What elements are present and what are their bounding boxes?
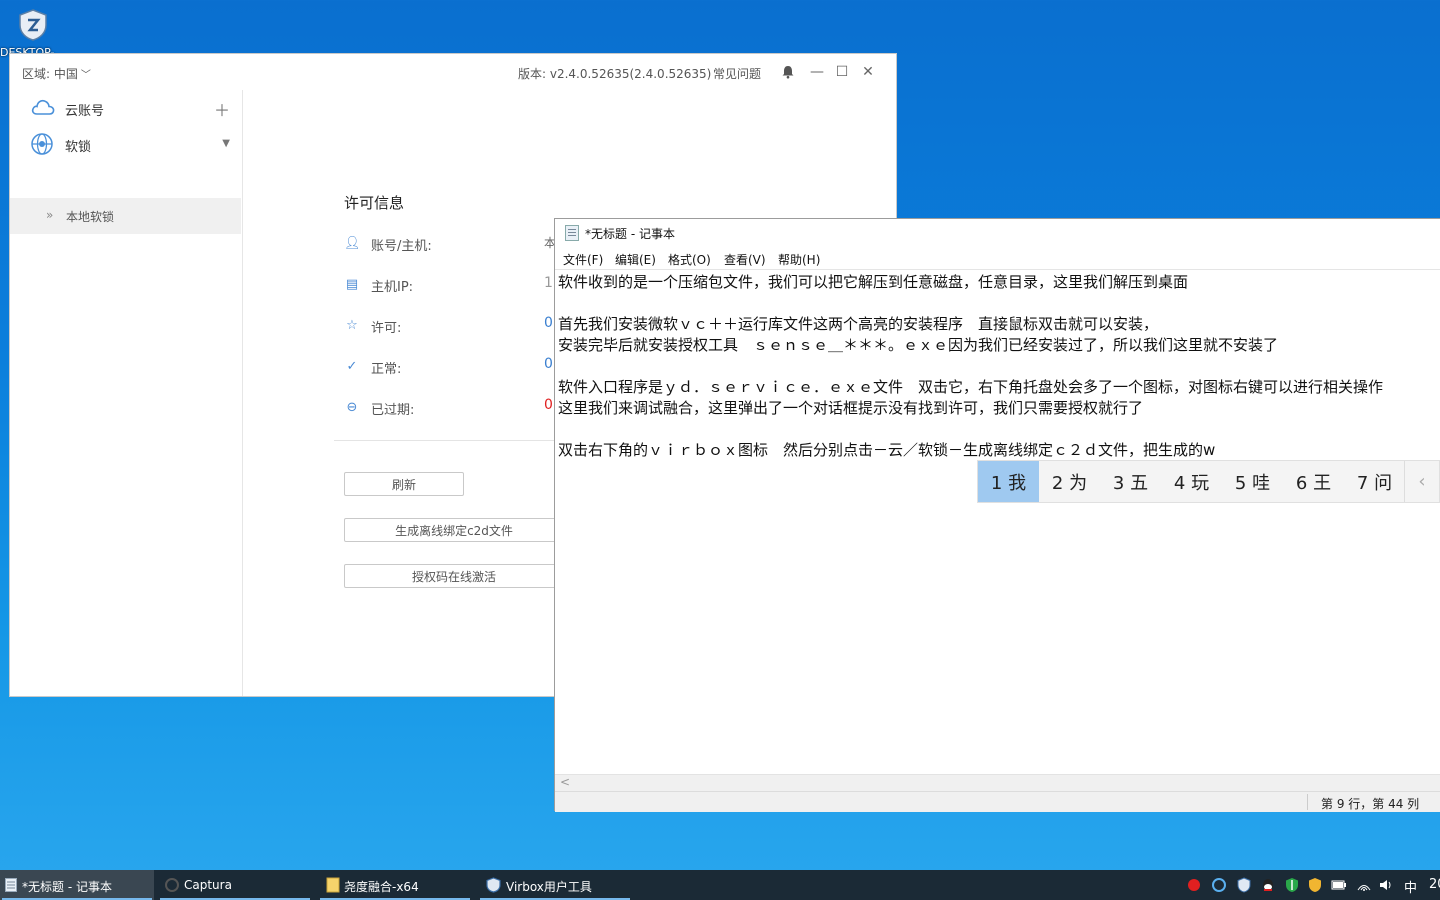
close-button[interactable]: ✕ [858,62,878,82]
network-icon[interactable] [1356,877,1372,893]
cloud-tray-icon[interactable] [1211,877,1227,893]
faq-link[interactable]: 常见问题 [713,65,761,82]
refresh-button[interactable]: 刷新 [344,472,464,496]
online-activate-button[interactable]: 授权码在线激活 [344,564,564,588]
notepad-window: *无标题 - 记事本 文件(F) 编辑(E) 格式(O) 查看(V) 帮助(H)… [554,218,1440,812]
menu-format[interactable]: 格式(O) [668,251,711,268]
folder-icon [326,877,340,893]
user-icon: 👤︎ [344,236,361,251]
shield-tray-icon[interactable] [1236,877,1252,893]
taskbar-item-folder[interactable]: 尧度融合-x64 [318,870,472,900]
plus-icon[interactable]: ＋ [214,97,230,121]
globe-icon [31,133,53,155]
shield-logo-icon [19,9,47,41]
text-line: 软件入口程序是ｙｄ．ｓｅｒｖｉｃｅ．ｅｘｅ文件 双击它，右下角托盘处会多了一个图… [558,378,1384,396]
bell-icon[interactable] [778,62,798,82]
taskbar-item-label: Virbox用户工具 [506,880,592,894]
ime-candidate-4[interactable]: 4 玩 [1161,461,1222,502]
horizontal-scrollbar[interactable]: < [555,774,1440,792]
status-divider [1307,794,1308,810]
shield-yellow-icon[interactable] [1307,877,1323,893]
notepad-title: *无标题 - 记事本 [585,227,675,241]
expired-count-value: 0 [544,397,553,413]
text-line: 这里我们来调试融合，这里弹出了一个对话框提示没有找到许可，我们只需要授权就行了 [558,399,1144,417]
caret-down-icon[interactable]: ▼ [222,138,230,149]
normal-count-value: 0 [544,356,553,372]
sidebar-item-local-soft-lock[interactable]: » 本地软锁 [10,198,241,234]
cloud-icon [31,99,55,115]
menu-edit[interactable]: 编辑(E) [615,251,656,268]
license-row-key: 许可: [371,321,402,336]
notepad-statusbar: 第 9 行，第 44 列 [555,791,1440,812]
taskbar-item-label: Captura [184,878,232,892]
security-tray-icon[interactable] [1284,877,1300,893]
system-tray: 中 20 [1180,870,1440,900]
ime-mode-indicator[interactable]: 中 [1404,877,1417,896]
virbox-sidebar: 云账号 ＋ 软锁 ▼ » 本地软锁 [10,90,243,696]
cursor-position: 第 9 行，第 44 列 [1321,797,1420,811]
check-circle-icon: ✓ [346,359,358,374]
region-label: 区域: 中国 [22,67,78,81]
sidebar-item-label: 本地软锁 [66,210,115,224]
taskbar-item-virbox[interactable]: Virbox用户工具 [478,870,632,900]
taskbar: *无标题 - 记事本 Captura 尧度融合-x64 Virbox用户工具 中… [0,870,1440,900]
text-line: 软件收到的是一个压缩包文件，我们可以把它解压到任意磁盘，任意目录，这里我们解压到… [558,273,1189,291]
sidebar-item-soft-lock[interactable]: 软锁 ▼ [10,126,242,162]
taskbar-item-notepad[interactable]: *无标题 - 记事本 [0,870,154,900]
qq-icon[interactable] [1260,877,1276,893]
clock[interactable]: 20 [1429,877,1440,892]
ime-candidate-2[interactable]: 2 为 [1039,461,1100,502]
license-row-key: 已过期: [371,403,415,418]
taskbar-item-captura[interactable]: Captura [158,870,312,900]
notepad-icon [5,878,17,892]
ime-candidate-5[interactable]: 5 哇 [1222,461,1283,502]
license-row-key: 账号/主机: [371,239,432,254]
scroll-left-icon[interactable]: < [560,775,570,789]
star-icon: ☆ [346,318,358,333]
license-row-key: 正常: [371,362,402,377]
ime-candidate-bar: 1 我 2 为 3 五 4 玩 5 哇 6 王 7 问 ‹ [977,460,1440,503]
sidebar-item-label: 云账号 [65,104,105,119]
generate-c2d-button[interactable]: 生成离线绑定c2d文件 [344,518,564,542]
menu-view[interactable]: 查看(V) [724,251,766,268]
ime-candidate-3[interactable]: 3 五 [1100,461,1161,502]
sidebar-item-label: 软锁 [65,140,92,155]
record-icon[interactable] [1186,877,1202,893]
server-icon: ▤ [345,277,359,292]
battery-icon[interactable] [1331,877,1347,893]
menu-help[interactable]: 帮助(H) [778,251,820,268]
volume-icon[interactable] [1378,877,1394,893]
ime-candidate-1[interactable]: 1 我 [978,461,1039,502]
text-line: 双击右下角的ｖｉｒｂｏｘ图标 然后分别点击－云／软锁－生成离线绑定ｃ２ｄ文件，把… [558,441,1216,459]
double-chevron-right-icon: » [46,208,54,222]
virbox-titlebar: 区域: 中国 ﹀ 版本: v2.4.0.52635(2.4.0.52635) 常见… [10,54,896,90]
minimize-button[interactable]: — [807,62,827,82]
ime-candidate-6[interactable]: 6 王 [1283,461,1344,502]
version-label: 版本: v2.4.0.52635(2.4.0.52635) [518,67,712,81]
notepad-titlebar[interactable]: *无标题 - 记事本 [555,219,1440,247]
notepad-icon [565,225,579,241]
chevron-down-icon: ﹀ [80,70,91,81]
maximize-button[interactable]: ☐ [832,62,852,82]
text-line: 首先我们安装微软ｖｃ＋＋运行库文件这两个高亮的安装程序 直接鼠标双击就可以安装， [558,315,1159,333]
license-count-value: 0 [544,315,553,331]
ime-prev-page-icon[interactable]: ‹ [1404,461,1439,502]
divider [334,440,564,441]
sidebar-item-cloud-account[interactable]: 云账号 ＋ [10,90,242,126]
shield-icon [486,877,501,893]
taskbar-item-label: *无标题 - 记事本 [22,880,112,894]
notepad-menubar: 文件(F) 编辑(E) 格式(O) 查看(V) 帮助(H) [555,247,1440,269]
minus-circle-icon: ⊖ [346,400,358,415]
taskbar-item-label: 尧度融合-x64 [344,880,419,894]
notepad-text-area[interactable]: 软件收到的是一个压缩包文件，我们可以把它解压到任意磁盘，任意目录，这里我们解压到… [555,269,1440,776]
text-line: 安装完毕后就安装授权工具 ｓｅｎｓｅ＿＊＊＊。ｅｘｅ因为我们已经安装过了，所以我… [558,336,1279,354]
host-ip-value: 1 [544,275,553,291]
menu-file[interactable]: 文件(F) [563,251,603,268]
desktop-icon[interactable]: DESKTOP-... [0,4,70,59]
ime-candidate-7[interactable]: 7 问 [1344,461,1405,502]
license-info-title: 许可信息 [344,194,405,212]
license-row-key: 主机IP: [371,280,414,295]
captura-icon [165,878,179,892]
region-selector[interactable]: 区域: 中国 ﹀ [22,65,91,82]
